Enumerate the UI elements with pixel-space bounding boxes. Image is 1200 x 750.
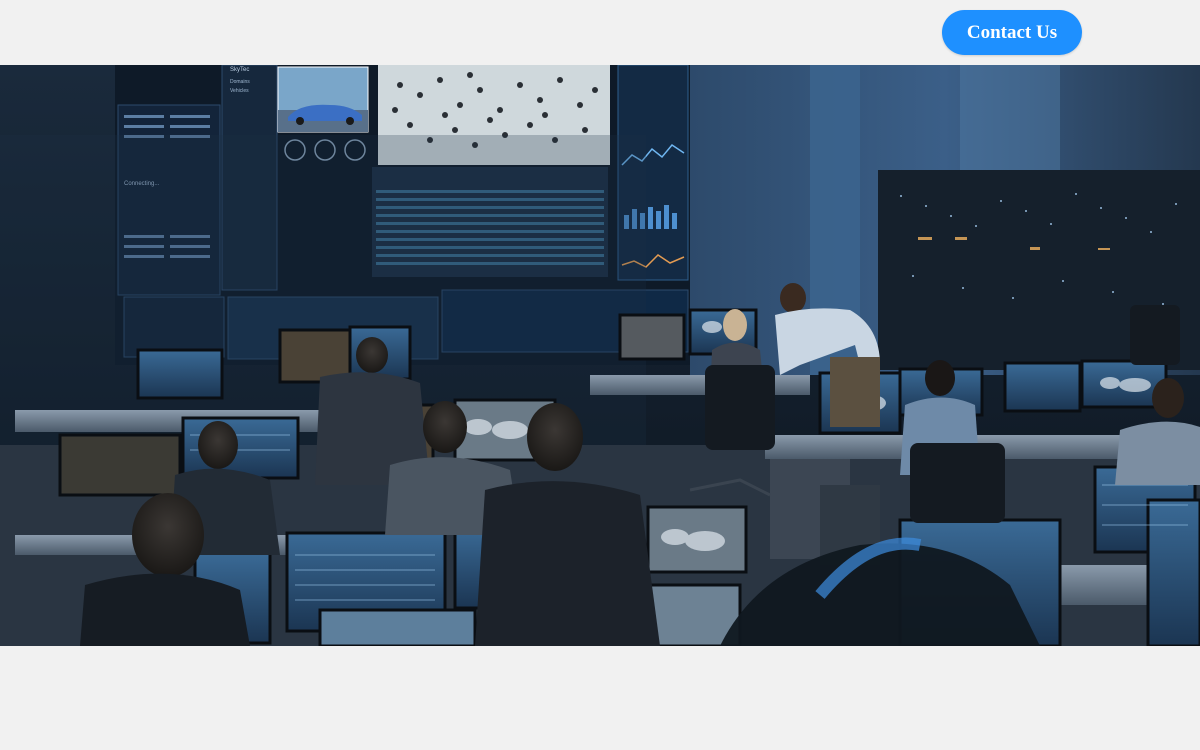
- contact-us-button[interactable]: Contact Us: [942, 10, 1082, 55]
- wall-menu-vehicles: Vehicles: [230, 88, 249, 94]
- wall-app-title: SkyTec: [230, 67, 249, 73]
- hero-image: Connecting... SkyTec Domains Vehicles: [0, 65, 1200, 646]
- top-navigation-bar: Contact Us: [0, 0, 1200, 65]
- page-bottom-space: [0, 646, 1200, 750]
- wall-menu-domains: Domains: [230, 79, 250, 85]
